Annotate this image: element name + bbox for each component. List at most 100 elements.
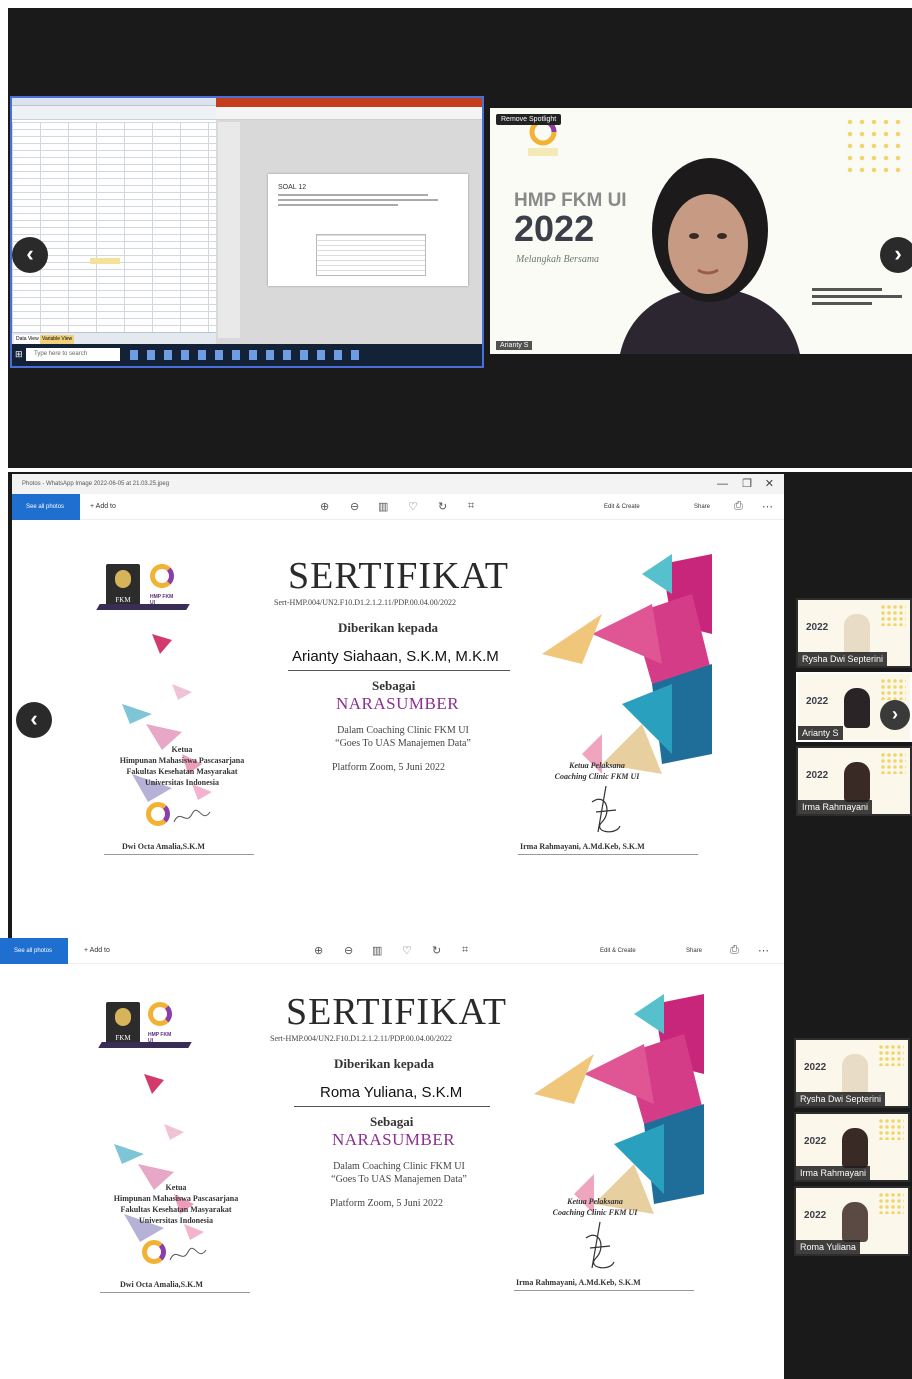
left-sign-line — [100, 1292, 250, 1293]
right-signature — [585, 1221, 615, 1269]
maximize-icon[interactable]: ❐ — [742, 474, 752, 494]
participant-tile[interactable]: 2022 Irma Rahmayani — [796, 746, 912, 816]
participant-name: Rysha Dwi Septerini — [796, 1092, 886, 1106]
brand-year: 2022 — [514, 208, 595, 249]
event-date: Platform Zoom, 5 Juni 2022 — [332, 762, 446, 773]
share-button[interactable]: Share — [686, 938, 702, 964]
spss-window: Data View Variable View — [12, 98, 216, 346]
share-button[interactable]: Share — [694, 494, 710, 520]
tile-brand-year: 2022 — [804, 1210, 827, 1221]
hmp-logo-icon — [142, 1240, 166, 1264]
decor-triangles-right — [542, 554, 712, 774]
participant-name: Rysha Dwi Septerini — [798, 652, 888, 666]
zoom-in-icon[interactable]: ⊕ — [320, 500, 329, 513]
right-sign-line — [518, 854, 698, 855]
right-signatory-title: Ketua Pelaksana Coaching Clinic FKM UI — [554, 761, 640, 781]
event-line-2: “Goes To UAS Manajemen Data” — [335, 738, 471, 749]
tile-brand-year: 2022 — [806, 622, 829, 633]
tile-brand-year: 2022 — [806, 770, 829, 781]
certificate-number: Sert-HMP.004/UN2.F10.D1.2.1.2.11/PDP.00.… — [274, 598, 456, 607]
brand-tagline: Melangkah Bersama — [516, 254, 600, 265]
left-signature — [169, 1247, 207, 1261]
brand-contact-info — [812, 286, 912, 309]
crop-icon[interactable]: ⌗ — [462, 944, 468, 957]
next-page-button[interactable]: › — [880, 237, 912, 273]
rotate-icon[interactable]: ↻ — [438, 500, 447, 513]
edit-create-button[interactable]: Edit & Create — [600, 938, 636, 964]
add-to-button[interactable]: + Add to — [90, 494, 116, 520]
zoom-out-icon[interactable]: ⊖ — [344, 944, 353, 957]
prev-page-button[interactable]: ‹ — [16, 702, 52, 738]
slide-table — [316, 234, 426, 276]
role-label: NARASUMBER — [336, 694, 460, 713]
more-icon[interactable]: ⋯ — [758, 944, 769, 957]
spss-toolbar — [12, 106, 216, 120]
tab-data-view[interactable]: Data View — [14, 335, 41, 344]
left-sign-line — [104, 854, 254, 855]
decor-triangles-right — [534, 994, 704, 1214]
delete-icon[interactable]: ▥ — [378, 500, 388, 513]
slide-text-line — [278, 194, 428, 196]
event-line-1: Dalam Coaching Clinic FKM UI — [333, 1161, 465, 1172]
photos-toolbar: See all photos + Add to ⊕ ⊖ ▥ ♡ ↻ ⌗ Edit… — [12, 494, 784, 520]
tab-variable-view[interactable]: Variable View — [40, 335, 75, 344]
right-signature — [591, 785, 621, 833]
decor-dots — [880, 604, 906, 626]
left-signature — [173, 809, 211, 823]
participant-tile[interactable]: 2022 Roma Yuliana — [794, 1186, 910, 1256]
add-to-button[interactable]: + Add to — [84, 938, 110, 964]
prev-page-button[interactable]: ‹ — [12, 237, 48, 273]
certificate-number: Sert-HMP.004/UN2.F10.D1.2.1.2.11/PDP.00.… — [270, 1034, 452, 1043]
taskbar-app-icons[interactable] — [130, 350, 360, 360]
see-all-photos-button[interactable]: See all photos — [12, 494, 80, 520]
ppt-current-slide: SOAL 12 — [268, 174, 468, 286]
powerpoint-window: SOAL 12 — [216, 98, 482, 346]
print-icon[interactable]: ⎙ — [734, 500, 743, 513]
ppt-ribbon — [216, 107, 482, 120]
taskbar-search[interactable]: Type here to search — [26, 348, 120, 361]
rotate-icon[interactable]: ↻ — [432, 944, 441, 957]
spss-selected-cell — [90, 258, 120, 264]
tile-brand-year: 2022 — [804, 1136, 827, 1147]
decor-dots — [844, 116, 904, 176]
next-page-button[interactable]: › — [880, 700, 910, 730]
as-label: Sebagai — [372, 678, 416, 693]
name-underline — [294, 1106, 490, 1107]
print-icon[interactable]: ⎙ — [730, 944, 739, 957]
right-signer-name: Irma Rahmayani, A.Md.Keb, S.K.M — [516, 1278, 641, 1287]
add-to-label: Add to — [89, 947, 110, 954]
see-all-photos-button[interactable]: See all photos — [0, 938, 68, 964]
slide-text-line — [278, 199, 438, 201]
photos-toolbar: See all photos + Add to ⊕ ⊖ ▥ ♡ ↻ ⌗ Edit… — [0, 938, 784, 964]
more-icon[interactable]: ⋯ — [762, 500, 773, 513]
participant-avatar — [844, 762, 870, 802]
photos-app-window: See all photos + Add to ⊕ ⊖ ▥ ♡ ↻ ⌗ Edit… — [0, 938, 784, 1379]
ppt-slide-thumbnails — [218, 122, 240, 338]
participant-tile[interactable]: 2022 Rysha Dwi Septerini — [794, 1038, 910, 1108]
participant-tile[interactable]: 2022 Irma Rahmayani — [794, 1112, 910, 1182]
zoom-gallery-top: Data View Variable View SOAL 12 ⊞ Type h… — [8, 8, 912, 468]
participant-name: Irma Rahmayani — [796, 1166, 871, 1180]
participant-name: Arianty S — [496, 341, 533, 350]
favorite-icon[interactable]: ♡ — [408, 500, 418, 513]
favorite-icon[interactable]: ♡ — [402, 944, 412, 957]
close-icon[interactable]: ✕ — [765, 474, 774, 494]
participant-avatar — [842, 1128, 868, 1168]
as-label: Sebagai — [370, 1114, 414, 1129]
participant-avatar — [842, 1202, 868, 1242]
participant-tile[interactable]: 2022 Rysha Dwi Septerini — [796, 598, 912, 668]
crop-icon[interactable]: ⌗ — [468, 500, 474, 513]
minimize-icon[interactable]: — — [717, 474, 728, 494]
delete-icon[interactable]: ▥ — [372, 944, 382, 957]
zoom-in-icon[interactable]: ⊕ — [314, 944, 323, 957]
edit-create-button[interactable]: Edit & Create — [604, 494, 640, 520]
zoom-out-icon[interactable]: ⊖ — [350, 500, 359, 513]
slide-title: SOAL 12 — [278, 184, 307, 191]
remove-spotlight-button[interactable]: Remove Spotlight — [496, 114, 562, 125]
left-signer-name: Dwi Octa Amalia,S.K.M — [122, 842, 205, 851]
given-to-label: Diberikan kepada — [334, 1056, 435, 1071]
tile-brand-year: 2022 — [806, 696, 829, 707]
decor-dots — [880, 678, 906, 700]
spss-variable-grid — [12, 122, 216, 332]
windows-start-icon[interactable]: ⊞ — [15, 349, 23, 360]
